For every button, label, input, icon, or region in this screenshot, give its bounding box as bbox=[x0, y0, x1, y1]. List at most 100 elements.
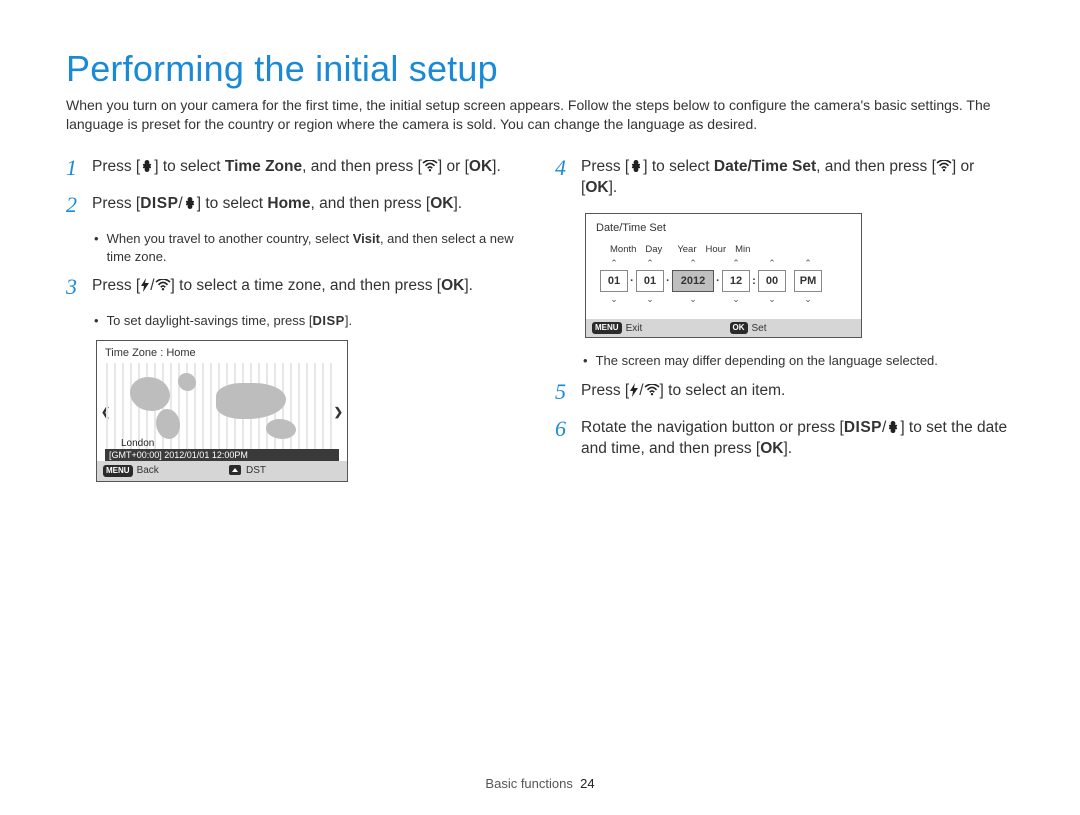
disp-label: DISP bbox=[140, 195, 178, 212]
dt-value: 01 bbox=[600, 270, 628, 292]
ok-label: OK bbox=[585, 179, 608, 196]
text: ] or [ bbox=[438, 158, 469, 175]
hdr-day: Day bbox=[645, 244, 662, 255]
caret-up-icon: ⌃ bbox=[646, 259, 654, 267]
step-number: 1 bbox=[66, 156, 82, 179]
text: ]. bbox=[464, 277, 473, 294]
disp-label: DISP bbox=[844, 419, 882, 436]
bold-text: Time Zone bbox=[225, 158, 302, 175]
datetime-headers: Month Day Year Hour Min bbox=[586, 240, 861, 259]
ok-label: OK bbox=[441, 277, 464, 294]
wifi-icon bbox=[155, 278, 171, 292]
step-number: 6 bbox=[555, 417, 571, 460]
flash-icon bbox=[140, 278, 150, 292]
flash-icon bbox=[629, 383, 639, 397]
text: To set daylight-savings time, press [ bbox=[107, 313, 313, 328]
timezone-panel: Time Zone : Home ❮ ❯ London [GMT+00:00] … bbox=[96, 340, 348, 482]
text: ]. bbox=[492, 158, 501, 175]
text: Back bbox=[137, 465, 159, 476]
text: Exit bbox=[626, 323, 643, 334]
dt-value: PM bbox=[794, 270, 822, 292]
dt-min[interactable]: ⌃ 00 ⌄ bbox=[758, 259, 786, 303]
text: Press [ bbox=[581, 158, 629, 175]
text: Rotate the navigation button or press [ bbox=[581, 419, 844, 436]
panel-exit[interactable]: MENU Exit bbox=[586, 319, 724, 337]
caret-down-icon: ⌄ bbox=[768, 295, 776, 303]
bold-text: Home bbox=[267, 195, 310, 212]
caret-up-icon: ⌃ bbox=[768, 259, 776, 267]
disp-up-icon bbox=[228, 463, 242, 477]
wifi-icon bbox=[422, 159, 438, 173]
text: Press [ bbox=[92, 195, 140, 212]
caret-down-icon: ⌄ bbox=[646, 295, 654, 303]
text: ]. bbox=[345, 313, 352, 328]
step-6: 6 Rotate the navigation button or press … bbox=[555, 417, 1014, 460]
ok-tag-icon: OK bbox=[730, 322, 748, 334]
text: Press [ bbox=[92, 158, 140, 175]
caret-down-icon: ⌄ bbox=[689, 295, 697, 303]
dt-hour[interactable]: ⌃ 12 ⌄ bbox=[722, 259, 750, 303]
ok-label: OK bbox=[760, 440, 783, 457]
dt-value: 12 bbox=[722, 270, 750, 292]
datetime-panel: Date/Time Set Month Day Year Hour Min ⌃ … bbox=[585, 213, 862, 338]
left-column: 1 Press [ ] to select Time Zone, and then… bbox=[66, 156, 525, 482]
dt-value: 2012 bbox=[672, 270, 714, 292]
text: ]. bbox=[454, 195, 463, 212]
dt-value: 00 bbox=[758, 270, 786, 292]
caret-up-icon: ⌃ bbox=[804, 259, 812, 267]
arrow-right-icon[interactable]: ❯ bbox=[334, 405, 343, 418]
text: ]. bbox=[783, 440, 792, 457]
caret-up-icon: ⌃ bbox=[732, 259, 740, 267]
text: When you travel to another country, sele… bbox=[107, 231, 353, 246]
wifi-icon bbox=[644, 383, 660, 397]
footer-section: Basic functions bbox=[485, 776, 572, 791]
step-4: 4 Press [] to select Date/Time Set, and … bbox=[555, 156, 1014, 199]
macro-down-icon bbox=[140, 159, 154, 173]
menu-tag-icon: MENU bbox=[592, 322, 622, 334]
intro-text: When you turn on your camera for the fir… bbox=[66, 96, 1014, 134]
hdr-hour: Hour bbox=[706, 244, 727, 255]
step-2-sub: When you travel to another country, sele… bbox=[94, 230, 525, 265]
step-number: 5 bbox=[555, 380, 571, 403]
dt-value: 01 bbox=[636, 270, 664, 292]
dt-year[interactable]: ⌃ 2012 ⌄ bbox=[672, 259, 714, 303]
text: , and then press [ bbox=[302, 158, 422, 175]
text: Press [ bbox=[581, 382, 629, 399]
wifi-icon bbox=[936, 159, 952, 173]
macro-down-icon bbox=[183, 196, 197, 210]
dt-day[interactable]: ⌃ 01 ⌄ bbox=[636, 259, 664, 303]
text: ] to select an item. bbox=[660, 382, 786, 399]
step-number: 3 bbox=[66, 275, 82, 298]
panel-dst[interactable]: DST bbox=[222, 461, 347, 481]
step-5: 5 Press [/] to select an item. bbox=[555, 380, 1014, 403]
step-number: 4 bbox=[555, 156, 571, 199]
step-3-sub: To set daylight-savings time, press [DIS… bbox=[94, 312, 525, 330]
step-4-sub: The screen may differ depending on the l… bbox=[583, 352, 1014, 370]
dt-ampm[interactable]: ⌃ PM ⌄ bbox=[794, 259, 822, 303]
text: ]. bbox=[609, 179, 618, 196]
panel-back[interactable]: MENU Back bbox=[97, 461, 222, 481]
hdr-year: Year bbox=[677, 244, 696, 255]
panel-set[interactable]: OK Set bbox=[724, 319, 862, 337]
bold-text: Visit bbox=[353, 231, 380, 246]
macro-down-icon bbox=[886, 420, 900, 434]
page-footer: Basic functions 24 bbox=[0, 776, 1080, 791]
menu-tag-icon: MENU bbox=[103, 465, 133, 477]
caret-down-icon: ⌄ bbox=[610, 295, 618, 303]
caret-down-icon: ⌄ bbox=[732, 295, 740, 303]
text: ] to select bbox=[154, 158, 225, 175]
timezone-city: London bbox=[121, 438, 154, 449]
timezone-gmt: [GMT+00:00] 2012/01/01 12:00PM bbox=[105, 449, 339, 461]
panel-title: Date/Time Set bbox=[586, 214, 861, 240]
page-number: 24 bbox=[580, 776, 594, 791]
step-2: 2 Press [DISP/] to select Home, and then… bbox=[66, 193, 525, 216]
panel-title: Time Zone : Home bbox=[97, 341, 347, 363]
text: DST bbox=[246, 465, 266, 476]
dt-month[interactable]: ⌃ 01 ⌄ bbox=[600, 259, 628, 303]
bold-text: Date/Time Set bbox=[714, 158, 816, 175]
hdr-month: Month bbox=[610, 244, 636, 255]
text: ] to select bbox=[197, 195, 268, 212]
text: Set bbox=[752, 323, 767, 334]
text: ] to select bbox=[643, 158, 714, 175]
step-3: 3 Press [/] to select a time zone, and t… bbox=[66, 275, 525, 298]
